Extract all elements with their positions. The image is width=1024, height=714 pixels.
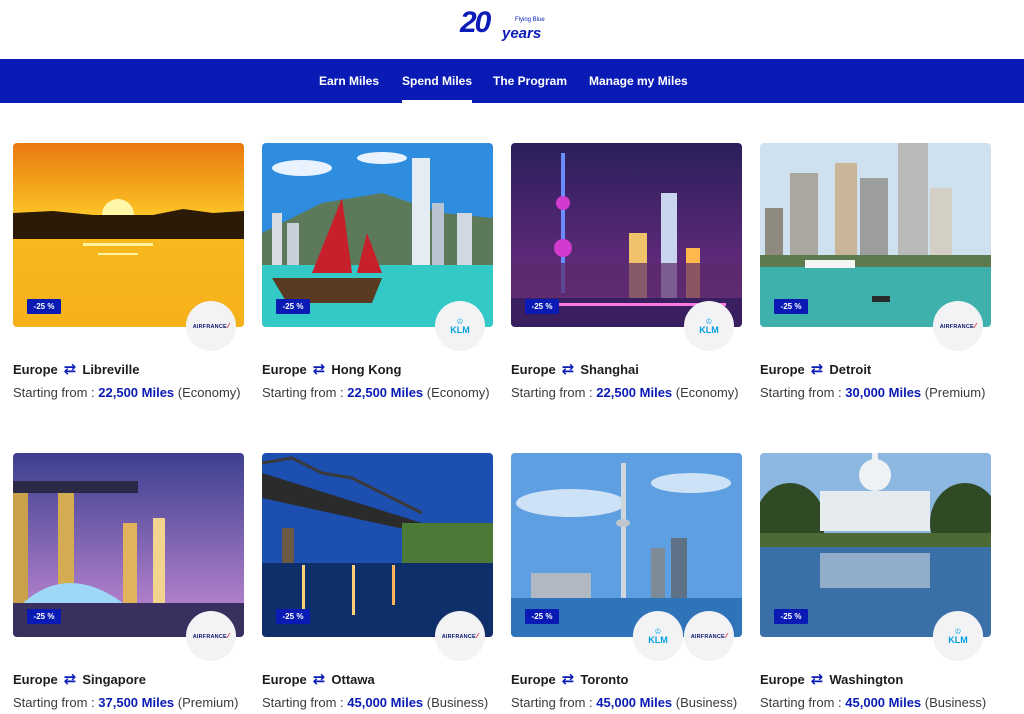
offer-card-hong-kong[interactable]: -25 % ♔ KLM Europe ⇄ Hong Kong Starting fro… xyxy=(262,143,493,400)
nav-earn-miles[interactable]: Earn Miles xyxy=(319,59,379,103)
swap-arrows-icon: ⇄ xyxy=(561,671,575,688)
flying-blue-20-years-logo[interactable]: 20 Flying Blue years xyxy=(460,6,560,42)
offer-card-detroit[interactable]: -25 % AIRFRANCE Europe⇄Detroit Starting … xyxy=(760,143,991,400)
airfrance-logo: AIRFRANCE xyxy=(435,611,485,661)
offer-card-toronto[interactable]: -25 % ♔KLM AIRFRANCE Europe⇄Toronto Star… xyxy=(511,453,742,710)
nav-manage-my-miles[interactable]: Manage my Miles xyxy=(589,59,688,103)
airfrance-logo: AIRFRANCE xyxy=(186,611,236,661)
klm-logo: ♔ KLM xyxy=(933,611,983,661)
route-label: Europe ⇄ Shanghai xyxy=(511,361,639,378)
discount-badge: -25 % xyxy=(525,609,559,624)
offer-card-washington[interactable]: -25 % ♔ KLM Europe ⇄ Washington Starting fr… xyxy=(760,453,991,710)
klm-logo: ♔ KLM xyxy=(633,611,683,661)
main-nav: Earn Miles Spend Miles The Program Manag… xyxy=(0,59,1024,103)
discount-badge: -25 % xyxy=(774,299,808,314)
swap-arrows-icon: ⇄ xyxy=(810,361,824,378)
price-label: Starting from : 22,500 Miles (Economy) xyxy=(511,385,739,400)
price-label: Starting from : 30,000 Miles (Premium) xyxy=(760,385,986,400)
logo-number: 20 xyxy=(460,6,491,39)
header: 20 Flying Blue years xyxy=(0,0,1024,59)
swap-arrows-icon: ⇄ xyxy=(312,361,326,378)
discount-badge: -25 % xyxy=(27,299,61,314)
price-label: Starting from : 22,500 Miles (Economy) xyxy=(262,385,490,400)
price-label: Starting from : 45,000 Miles (Business) xyxy=(511,695,738,710)
swap-arrows-icon: ⇄ xyxy=(63,671,77,688)
airfrance-logo: AIRFRANCE xyxy=(933,301,983,351)
discount-badge: -25 % xyxy=(774,609,808,624)
discount-badge: -25 % xyxy=(276,609,310,624)
price-label: Starting from : 45,000 Miles (Business) xyxy=(262,695,489,710)
swap-arrows-icon: ⇄ xyxy=(810,671,824,688)
offer-card-shanghai[interactable]: -25 % ♔ KLM Europe ⇄ Shanghai Starting from… xyxy=(511,143,742,400)
offer-card-libreville[interactable]: -25 % AIRFRANCE Europe⇄Libreville Starti… xyxy=(13,143,244,400)
airfrance-logo: AIRFRANCE xyxy=(684,611,734,661)
route-label: Europe ⇄ Detroit xyxy=(760,361,872,378)
route-label: Europe ⇄ Singapore xyxy=(13,671,146,688)
route-label: Europe ⇄ Ottawa xyxy=(262,671,375,688)
offer-card-ottawa[interactable]: -25 % AIRFRANCE Europe⇄Ottawa Starting f… xyxy=(262,453,493,710)
klm-logo: ♔ KLM xyxy=(684,301,734,351)
price-label: Starting from : 37,500 Miles (Premium) xyxy=(13,695,239,710)
swap-arrows-icon: ⇄ xyxy=(312,671,326,688)
route-label: Europe ⇄ Washington xyxy=(760,671,904,688)
logo-word: years xyxy=(502,25,542,42)
offer-card-singapore[interactable]: -25 % AIRFRANCE Europe⇄Singapore Startin… xyxy=(13,453,244,710)
price-label: Starting from : 22,500 Miles (Economy) xyxy=(13,385,241,400)
swap-arrows-icon: ⇄ xyxy=(63,361,77,378)
discount-badge: -25 % xyxy=(525,299,559,314)
discount-badge: -25 % xyxy=(276,299,310,314)
airfrance-logo: AIRFRANCE xyxy=(186,301,236,351)
route-label: Europe ⇄ Hong Kong xyxy=(262,361,402,378)
discount-badge: -25 % xyxy=(27,609,61,624)
nav-the-program[interactable]: The Program xyxy=(493,59,567,103)
logo-brand: Flying Blue xyxy=(515,17,545,23)
klm-logo: ♔ KLM xyxy=(435,301,485,351)
swap-arrows-icon: ⇄ xyxy=(561,361,575,378)
route-label: Europe ⇄ Toronto xyxy=(511,671,629,688)
nav-spend-miles[interactable]: Spend Miles xyxy=(402,59,473,103)
price-label: Starting from : 45,000 Miles (Business) xyxy=(760,695,987,710)
route-label: Europe ⇄ Libreville xyxy=(13,361,140,378)
